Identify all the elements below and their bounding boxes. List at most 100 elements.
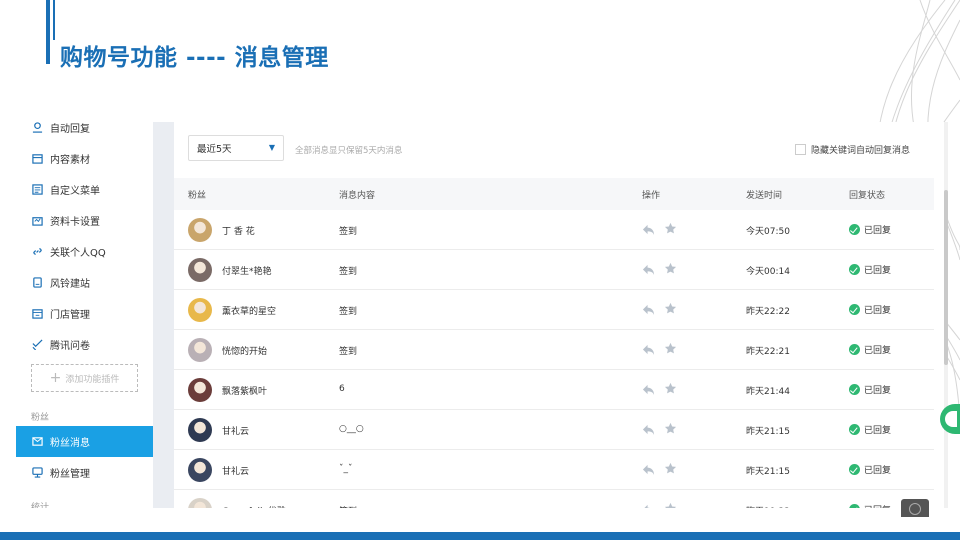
fan-name[interactable]: 甘礼云 bbox=[222, 424, 249, 437]
fan-name[interactable]: 付翠生*艳艳 bbox=[222, 264, 272, 277]
message-icon bbox=[32, 437, 43, 446]
reply-status-label: 已回复 bbox=[864, 306, 892, 316]
sidebar-item-label: 粉丝消息 bbox=[50, 438, 90, 449]
table-row: 甘礼云 ˇ_ˇ 昨天21:15 已回复 bbox=[174, 450, 934, 490]
check-circle-icon bbox=[849, 424, 860, 435]
bottom-accent-bar bbox=[0, 532, 960, 540]
sidebar-item-label: 腾讯问卷 bbox=[50, 341, 90, 352]
reply-status: 已回复 bbox=[849, 303, 891, 316]
star-icon[interactable] bbox=[664, 222, 677, 235]
reply-status-label: 已回复 bbox=[864, 503, 891, 508]
reply-status: 已回复 bbox=[849, 383, 891, 396]
avatar[interactable] bbox=[188, 418, 212, 442]
reply-status: 已回复 bbox=[849, 463, 891, 476]
add-plugin-label: 添加功能插件 bbox=[65, 374, 120, 385]
send-time: 昨天19:22 bbox=[746, 504, 790, 508]
auto-reply-icon bbox=[32, 122, 43, 133]
scrollbar[interactable] bbox=[944, 122, 948, 508]
retention-hint: 全部消息显只保留5天内消息 bbox=[295, 146, 403, 156]
fan-name[interactable]: 甘礼云 bbox=[222, 464, 249, 477]
reply-status: 已回复 bbox=[849, 503, 891, 508]
reply-icon[interactable] bbox=[642, 223, 655, 236]
star-icon[interactable] bbox=[664, 502, 677, 508]
column-header-fan: 粉丝 bbox=[188, 191, 207, 201]
star-icon[interactable] bbox=[664, 382, 677, 395]
send-time: 昨天21:15 bbox=[746, 467, 790, 477]
sidebar-item-label: 内容素材 bbox=[50, 155, 90, 166]
star-icon[interactable] bbox=[664, 302, 677, 315]
fan-name[interactable]: Gracefully优雅 bbox=[222, 504, 286, 508]
reply-status-label: 已回复 bbox=[864, 426, 892, 436]
avatar[interactable] bbox=[188, 458, 212, 482]
survey-icon bbox=[32, 339, 43, 350]
check-circle-icon bbox=[849, 304, 860, 315]
reply-icon[interactable] bbox=[642, 423, 655, 436]
reply-status-label: 已回复 bbox=[864, 266, 892, 276]
fan-name[interactable]: 丁 香 花 bbox=[222, 224, 255, 237]
sidebar-item-auto-reply[interactable]: 自动回复 bbox=[16, 112, 153, 143]
content-material-icon bbox=[32, 154, 43, 164]
column-header-time: 发送时间 bbox=[746, 191, 783, 201]
table-row: 丁 香 花 签到 今天07:50 已回复 bbox=[174, 210, 934, 250]
sidebar-item-site-builder[interactable]: 风铃建站 bbox=[16, 267, 153, 298]
sidebar-item-fans-manage[interactable]: 粉丝管理 bbox=[16, 457, 153, 488]
hide-keyword-toggle[interactable]: 隐藏关键词自动回复消息 bbox=[795, 143, 910, 156]
sidebar-item-profile-card[interactable]: 资料卡设置 bbox=[16, 205, 153, 236]
plus-icon: + bbox=[49, 370, 62, 386]
reply-icon[interactable] bbox=[642, 303, 655, 316]
store-icon bbox=[32, 309, 43, 319]
profile-card-icon bbox=[32, 217, 43, 226]
column-header-content: 消息内容 bbox=[339, 191, 376, 201]
star-icon[interactable] bbox=[664, 422, 677, 435]
fan-name[interactable]: 飘落紫枫叶 bbox=[222, 384, 267, 397]
sidebar-item-survey[interactable]: 腾讯问卷 bbox=[16, 329, 153, 360]
help-button[interactable] bbox=[901, 499, 929, 517]
hide-keyword-checkbox[interactable] bbox=[795, 144, 806, 155]
fan-name[interactable]: 恍惚的开始 bbox=[222, 344, 267, 357]
hide-keyword-label: 隐藏关键词自动回复消息 bbox=[811, 146, 911, 156]
sidebar-item-store[interactable]: 门店管理 bbox=[16, 298, 153, 329]
sidebar-item-fans-message[interactable]: 粉丝消息 bbox=[16, 426, 153, 457]
title-accent-bar-thin bbox=[53, 0, 55, 40]
send-time: 昨天22:22 bbox=[746, 307, 790, 317]
send-time: 今天00:14 bbox=[746, 267, 790, 277]
table-row: 甘礼云 ○__○ 昨天21:15 已回复 bbox=[174, 410, 934, 450]
avatar[interactable] bbox=[188, 218, 212, 242]
table-row: Gracefully优雅 签到 昨天19:22 已回复 bbox=[174, 490, 934, 508]
add-plugin-button[interactable]: + 添加功能插件 bbox=[31, 364, 138, 392]
reply-status: 已回复 bbox=[849, 423, 891, 436]
sidebar-item-link-qq[interactable]: 关联个人QQ bbox=[16, 236, 153, 267]
reply-icon[interactable] bbox=[642, 383, 655, 396]
sidebar-item-custom-menu[interactable]: 自定义菜单 bbox=[16, 174, 153, 205]
avatar[interactable] bbox=[188, 258, 212, 282]
reply-icon[interactable] bbox=[642, 503, 655, 508]
message-content: 签到 bbox=[339, 227, 358, 237]
reply-icon[interactable] bbox=[642, 463, 655, 476]
date-range-select[interactable]: 最近5天 ▼ bbox=[188, 135, 284, 161]
sidebar-item-content-material[interactable]: 内容素材 bbox=[16, 143, 153, 174]
star-icon[interactable] bbox=[664, 262, 677, 275]
scrollbar-thumb[interactable] bbox=[944, 190, 948, 365]
fan-name[interactable]: 薰衣草的星空 bbox=[222, 304, 276, 317]
avatar[interactable] bbox=[188, 298, 212, 322]
message-content: 签到 bbox=[339, 267, 358, 277]
slide-title: 购物号功能 ---- 消息管理 bbox=[60, 45, 329, 71]
sidebar-item-label: 风铃建站 bbox=[50, 279, 90, 290]
sidebar-item-label: 粉丝管理 bbox=[50, 469, 90, 480]
avatar[interactable] bbox=[188, 338, 212, 362]
message-content: 签到 bbox=[339, 307, 358, 317]
reply-icon[interactable] bbox=[642, 343, 655, 356]
avatar[interactable] bbox=[188, 498, 212, 508]
avatar[interactable] bbox=[188, 378, 212, 402]
table-row: 薰衣草的星空 签到 昨天22:22 已回复 bbox=[174, 290, 934, 330]
star-icon[interactable] bbox=[664, 342, 677, 355]
chevron-down-icon: ▼ bbox=[268, 143, 275, 152]
column-header-status: 回复状态 bbox=[849, 191, 886, 201]
reply-icon[interactable] bbox=[642, 263, 655, 276]
check-circle-icon bbox=[849, 224, 860, 235]
sidebar-item-label: 自动回复 bbox=[50, 124, 90, 135]
star-icon[interactable] bbox=[664, 462, 677, 475]
fans-manage-icon bbox=[32, 467, 43, 478]
date-range-value: 最近5天 bbox=[197, 144, 232, 155]
reply-status: 已回复 bbox=[849, 223, 891, 236]
